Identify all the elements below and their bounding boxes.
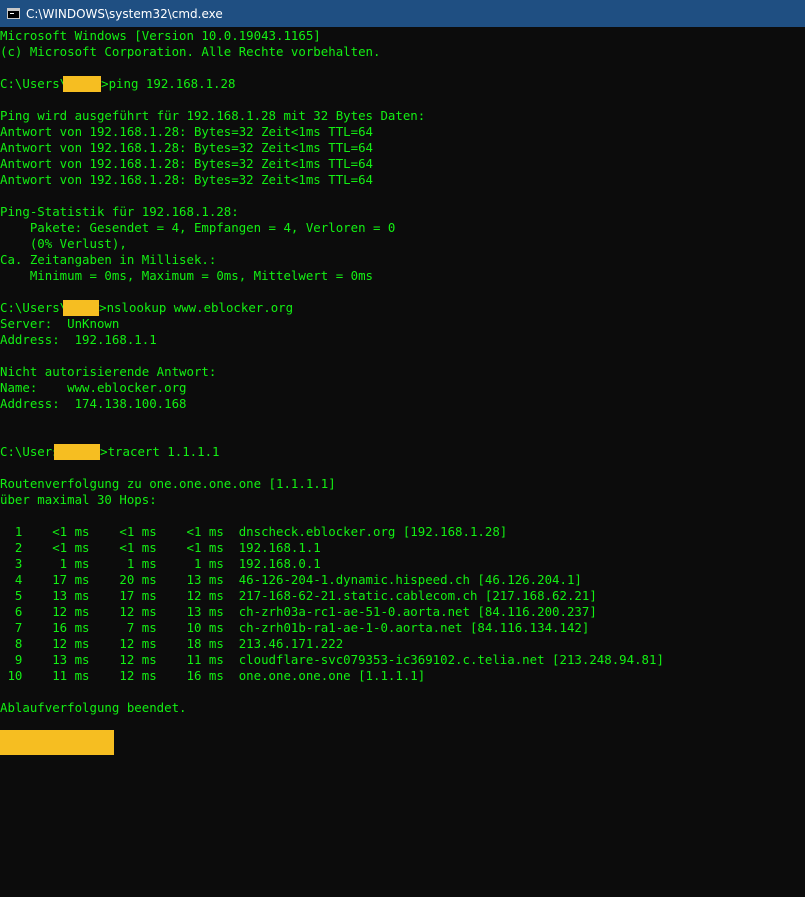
- redacted-prompt: [0, 730, 114, 755]
- title-bar[interactable]: C:\WINDOWS\system32\cmd.exe: [0, 0, 805, 27]
- tracert-hop-row: 8 12 ms 12 ms 18 ms 213.46.171.222: [0, 636, 344, 651]
- tracert-command: >tracert 1.1.1.1: [100, 444, 220, 459]
- console-line: Ping wird ausgeführt für 192.168.1.28 mi…: [0, 108, 426, 123]
- console-line: Antwort von 192.168.1.28: Bytes=32 Zeit<…: [0, 140, 373, 155]
- tracert-prompt-line: C:\Users\ >tracert 1.1.1.1: [0, 444, 805, 460]
- cmd-window: C:\WINDOWS\system32\cmd.exe Microsoft Wi…: [0, 0, 805, 897]
- console-line: über maximal 30 Hops:: [0, 492, 157, 507]
- redacted-username: [63, 76, 102, 92]
- console-line: Routenverfolgung zu one.one.one.one [1.1…: [0, 476, 336, 491]
- ping-command: >ping 192.168.1.28: [101, 76, 236, 91]
- console-line: Ping-Statistik für 192.168.1.28:: [0, 204, 239, 219]
- console-line: Address: 174.138.100.168: [0, 396, 187, 411]
- console-line: Name: www.eblocker.org: [0, 380, 187, 395]
- console-line: Ablaufverfolgung beendet.: [0, 700, 187, 715]
- console-line: Microsoft Windows [Version 10.0.19043.11…: [0, 28, 321, 43]
- console-line: Antwort von 192.168.1.28: Bytes=32 Zeit<…: [0, 172, 373, 187]
- console-line: Nicht autorisierende Antwort:: [0, 364, 217, 379]
- cmd-app-icon[interactable]: [7, 8, 20, 19]
- redacted-username: [54, 444, 101, 460]
- window-title: C:\WINDOWS\system32\cmd.exe: [26, 6, 223, 21]
- ping-prompt-line: C:\Users\ >ping 192.168.1.28: [0, 76, 805, 92]
- console-line: Minimum = 0ms, Maximum = 0ms, Mittelwert…: [0, 268, 373, 283]
- console-line: Server: UnKnown: [0, 316, 120, 331]
- console-line: Antwort von 192.168.1.28: Bytes=32 Zeit<…: [0, 156, 373, 171]
- tracert-hop-row: 6 12 ms 12 ms 13 ms ch-zrh03a-rc1-ae-51-…: [0, 604, 597, 619]
- tracert-hop-row: 3 1 ms 1 ms 1 ms 192.168.0.1: [0, 556, 321, 571]
- console-line: Address: 192.168.1.1: [0, 332, 157, 347]
- redacted-username: [63, 300, 100, 316]
- nslookup-command: >nslookup www.eblocker.org: [99, 300, 294, 315]
- console-line: Pakete: Gesendet = 4, Empfangen = 4, Ver…: [0, 220, 396, 235]
- tracert-hop-row: 4 17 ms 20 ms 13 ms 46-126-204-1.dynamic…: [0, 572, 582, 587]
- tracert-hop-row: 5 13 ms 17 ms 12 ms 217-168-62-21.static…: [0, 588, 597, 603]
- tracert-hop-row: 10 11 ms 12 ms 16 ms one.one.one.one [1.…: [0, 668, 426, 683]
- prompt-prefix: C:\Users\: [0, 300, 68, 315]
- nslookup-prompt-line: C:\Users\ >nslookup www.eblocker.org: [0, 300, 805, 316]
- console-output[interactable]: Microsoft Windows [Version 10.0.19043.11…: [0, 28, 805, 897]
- tracert-hop-row: 9 13 ms 12 ms 11 ms cloudflare-svc079353…: [0, 652, 664, 667]
- prompt-prefix: C:\Users\: [0, 76, 68, 91]
- console-line: Antwort von 192.168.1.28: Bytes=32 Zeit<…: [0, 124, 373, 139]
- tracert-hop-row: 2 <1 ms <1 ms <1 ms 192.168.1.1: [0, 540, 321, 555]
- tracert-hop-row: 7 16 ms 7 ms 10 ms ch-zrh01b-ra1-ae-1-0.…: [0, 620, 590, 635]
- tracert-hop-row: 1 <1 ms <1 ms <1 ms dnscheck.eblocker.or…: [0, 524, 508, 539]
- console-line: Ca. Zeitangaben in Millisek.:: [0, 252, 217, 267]
- console-line: (c) Microsoft Corporation. Alle Rechte v…: [0, 44, 381, 59]
- console-line: (0% Verlust),: [0, 236, 127, 251]
